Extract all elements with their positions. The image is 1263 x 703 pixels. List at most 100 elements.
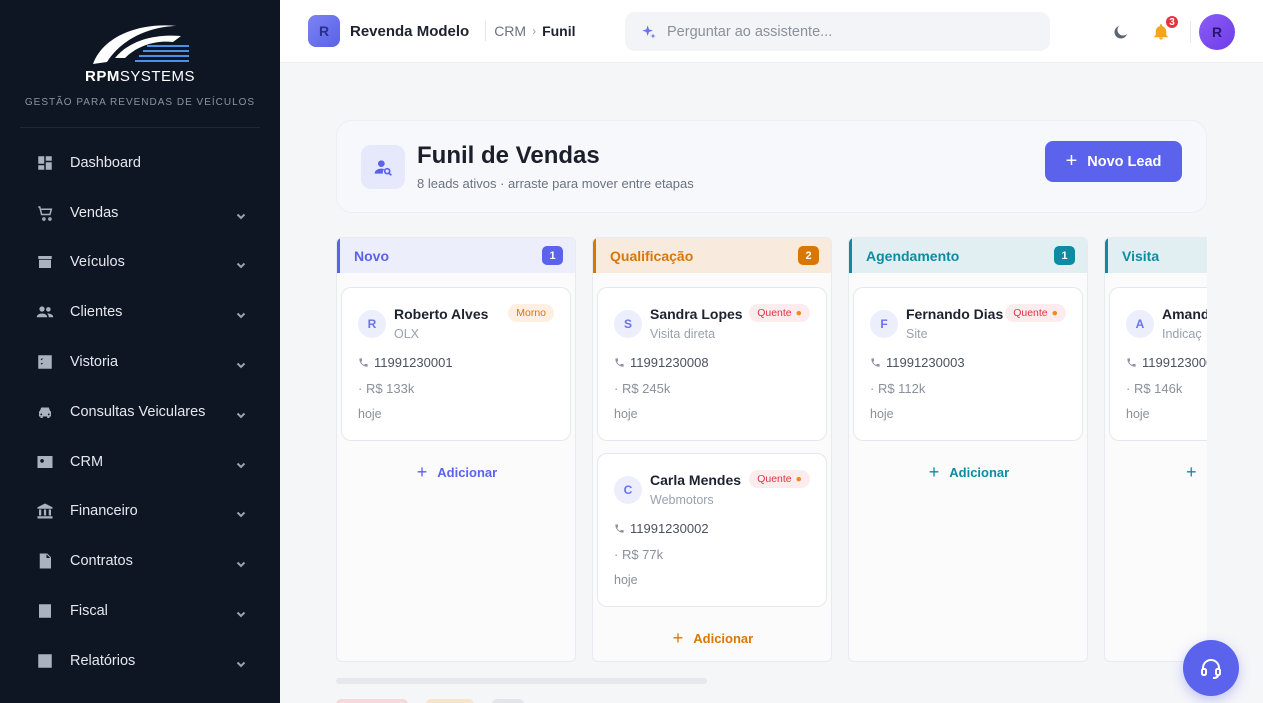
lead-temperature-badge: Quente ● [749,470,810,488]
assistant-input[interactable] [667,23,1027,40]
add-lead-button[interactable]: +Adicionar [1105,462,1207,482]
column-header[interactable]: Agendamento 1 [849,238,1087,273]
add-lead-button[interactable]: +Adicionar [849,461,1087,482]
column-header[interactable]: Novo 1 [337,238,575,273]
support-button[interactable] [1183,640,1239,696]
chevron-down-icon [236,506,246,518]
lead-phone: 11991230008 [614,355,709,370]
lead-card[interactable]: A Amand Indicaç 11991230000 · R$ 146k hoje [1109,287,1207,441]
chevron-down-icon [236,656,246,668]
sidebar-item-relatorios[interactable]: Relatórios [0,636,280,686]
column-title: Qualificação [610,247,694,264]
column-header[interactable]: Visita [1105,238,1207,273]
page-title: Funil de Vendas [417,142,600,169]
lead-phone: 11991230003 [870,355,965,370]
notifications-button[interactable]: 3 [1152,14,1180,41]
phone-icon [615,524,624,533]
page-header: Funil de Vendas 8 leads ativos · arraste… [336,120,1207,213]
divider [1190,21,1191,43]
new-lead-label: Novo Lead [1087,153,1162,170]
lead-card[interactable]: F Fernando Dias Site Quente ● 11991230003 · R$… [853,287,1083,441]
moon-icon [1114,26,1127,39]
contact-card-icon [36,453,54,471]
lead-name: Roberto Alves [394,306,489,322]
column-count-badge: 2 [798,246,819,265]
plus-icon: + [1186,461,1197,482]
sidebar-item-contratos[interactable]: Contratos [0,536,280,586]
lead-avatar: R [358,310,386,338]
sidebar-item-vistoria[interactable]: Vistoria [0,337,280,387]
assistant-search[interactable] [625,12,1050,51]
sidebar-item-label: Financeiro [70,503,138,520]
kanban-column: Agendamento 1 F Fernando Dias Site Quente ● 119… [848,237,1088,662]
document-icon [36,552,54,570]
archive-icon [36,253,54,271]
chevron-down-icon [236,208,246,220]
lead-source: Site [906,327,928,341]
filter-chip[interactable] [336,699,408,703]
sidebar-item-clientes[interactable]: Clientes [0,287,280,337]
lead-date: hoje [614,573,638,587]
lead-value: · R$ 77k [614,547,664,562]
column-title: Agendamento [866,247,960,264]
sidebar-item-vendas[interactable]: Vendas [0,188,280,238]
add-lead-label: Adicionar [437,464,498,480]
dark-mode-toggle[interactable] [1112,23,1130,41]
plus-icon: + [928,461,940,482]
breadcrumb-crm[interactable]: CRM [494,23,526,39]
filter-chips [336,699,524,703]
add-lead-button[interactable]: + Adicionar [337,461,575,482]
user-avatar[interactable]: R [1199,14,1235,50]
sidebar-item-label: Relatórios [70,652,136,669]
lead-card[interactable]: R Roberto Alves OLX Morno 11991230001 · R$ 13… [341,287,571,441]
filter-chip[interactable] [426,699,474,703]
rpm-logo-icon [93,25,189,64]
sparkle-icon [642,24,656,39]
sidebar-item-label: Dashboard [70,154,141,171]
lead-value: · R$ 112k [870,381,926,396]
flame-icon: ● [795,307,802,319]
sidebar-item-dashboard[interactable]: Dashboard [0,138,280,188]
sidebar-item-veiculos[interactable]: Veículos [0,238,280,288]
filter-chip[interactable] [492,699,524,703]
people-icon [36,303,54,321]
org-avatar[interactable]: R [308,15,340,47]
add-lead-label: Adicionar [693,630,754,646]
column-count-badge: 1 [542,246,563,265]
horizontal-scrollbar[interactable] [336,678,707,684]
brand-tagline: GESTÃO PARA REVENDAS DE VEÍCULOS [24,97,256,108]
brand-logo[interactable]: RPMSYSTEMS GESTÃO PARA REVENDAS DE VEÍCU… [20,0,260,128]
receipt-icon [36,602,54,620]
sidebar-item-fiscal[interactable]: Fiscal [0,586,280,636]
chevron-down-icon [236,307,246,319]
plus-icon: + [416,461,428,482]
sidebar-item-financeiro[interactable]: Financeiro [0,487,280,537]
lead-name: Carla Mendes [650,472,742,488]
lead-source: Indicaç [1162,327,1202,341]
column-header[interactable]: Qualificação 2 [593,238,831,273]
lead-value: · R$ 133k [358,381,415,396]
org-name[interactable]: Revenda Modelo [350,23,469,40]
sidebar-item-label: Fiscal [70,603,108,620]
phone-icon [1127,358,1136,367]
page-subtitle: 8 leads ativos · arraste para mover entr… [417,176,694,191]
lead-date: hoje [1126,407,1150,421]
lead-value: · R$ 146k [1126,381,1183,396]
lead-source: Visita direta [650,327,716,341]
sidebar-item-crm[interactable]: CRM [0,437,280,487]
headset-icon [1201,659,1221,679]
divider [485,21,487,41]
chevron-down-icon [236,407,246,419]
sidebar-item-consultas-veiculares[interactable]: Consultas Veiculares [0,387,280,437]
chevron-down-icon [236,357,246,369]
lead-avatar: A [1126,310,1154,338]
sidebar-item-label: Vendas [70,204,119,221]
kanban-column: Novo 1 R Roberto Alves OLX Morno 11991230001 · … [336,237,576,662]
lead-card[interactable]: C Carla Mendes Webmotors Quente ● 11991230002… [597,453,827,607]
chevron-down-icon [236,606,246,618]
flame-icon: ● [795,473,802,485]
add-lead-button[interactable]: +Adicionar [593,628,831,648]
new-lead-button[interactable]: + Novo Lead [1045,141,1182,182]
lead-card[interactable]: S Sandra Lopes Visita direta Quente ● 1199123… [597,287,827,441]
lead-name: Amand [1162,306,1207,322]
